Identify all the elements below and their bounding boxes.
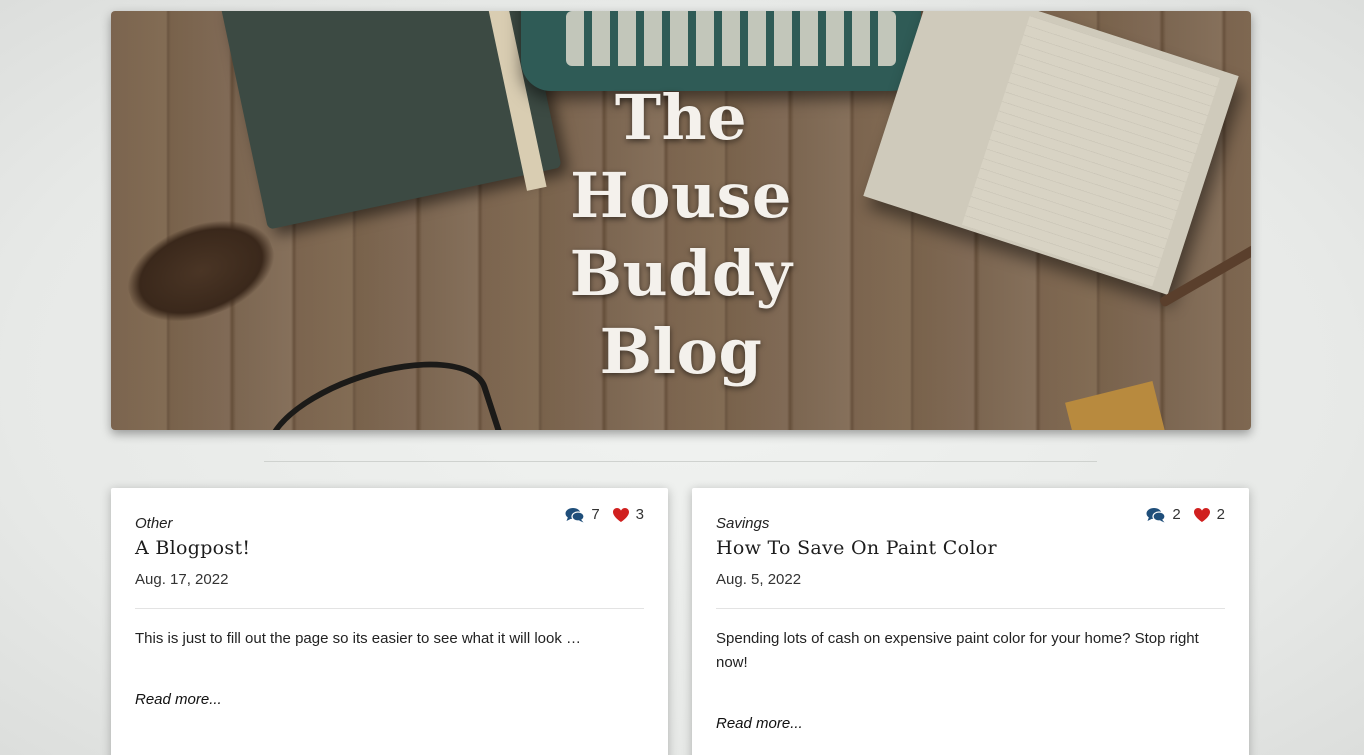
like-count[interactable]: 3 [612, 506, 644, 523]
like-count[interactable]: 2 [1193, 506, 1225, 523]
comments-icon [1146, 507, 1166, 522]
post-stats: 2 2 [1134, 506, 1225, 523]
like-count-value: 2 [1216, 506, 1225, 523]
heart-icon [1193, 507, 1210, 522]
post-category[interactable]: Other [135, 515, 173, 532]
post-card: 7 3 Other A Blogpost! Aug. 17, 2022 This… [111, 488, 668, 755]
site-title-line: Blog [599, 315, 763, 388]
post-stats: 7 3 [553, 506, 644, 523]
post-excerpt: This is just to fill out the page so its… [135, 630, 582, 647]
site-title-line: House [570, 159, 792, 232]
post-title[interactable]: How To Save On Paint Color [716, 537, 997, 559]
site-title-line: The [614, 81, 748, 154]
section-divider [264, 461, 1097, 462]
post-excerpt: Spending lots of cash on expensive paint… [716, 630, 1199, 671]
hero-typewriter-keys-image [566, 11, 896, 66]
post-title[interactable]: A Blogpost! [135, 537, 250, 559]
like-count-value: 3 [635, 506, 644, 523]
comment-count-value: 2 [1172, 506, 1181, 523]
comment-count-value: 7 [591, 506, 600, 523]
post-category[interactable]: Savings [716, 515, 769, 532]
comment-count[interactable]: 2 [1146, 506, 1181, 523]
heart-icon [612, 507, 629, 522]
post-card-divider [135, 608, 644, 609]
read-more-link[interactable]: Read more... [716, 715, 803, 732]
read-more-link[interactable]: Read more... [135, 691, 222, 708]
post-date: Aug. 17, 2022 [135, 571, 229, 588]
site-title-line: Buddy [569, 237, 793, 310]
page: The House Buddy Blog 7 3 Other A Blogpos… [0, 0, 1364, 755]
post-card: 2 2 Savings How To Save On Paint Color A… [692, 488, 1249, 755]
site-title: The House Buddy Blog [111, 79, 1251, 391]
post-card-divider [716, 608, 1225, 609]
post-date: Aug. 5, 2022 [716, 571, 802, 588]
hero-banner: The House Buddy Blog [111, 11, 1251, 430]
comment-count[interactable]: 7 [565, 506, 600, 523]
comments-icon [565, 507, 585, 522]
